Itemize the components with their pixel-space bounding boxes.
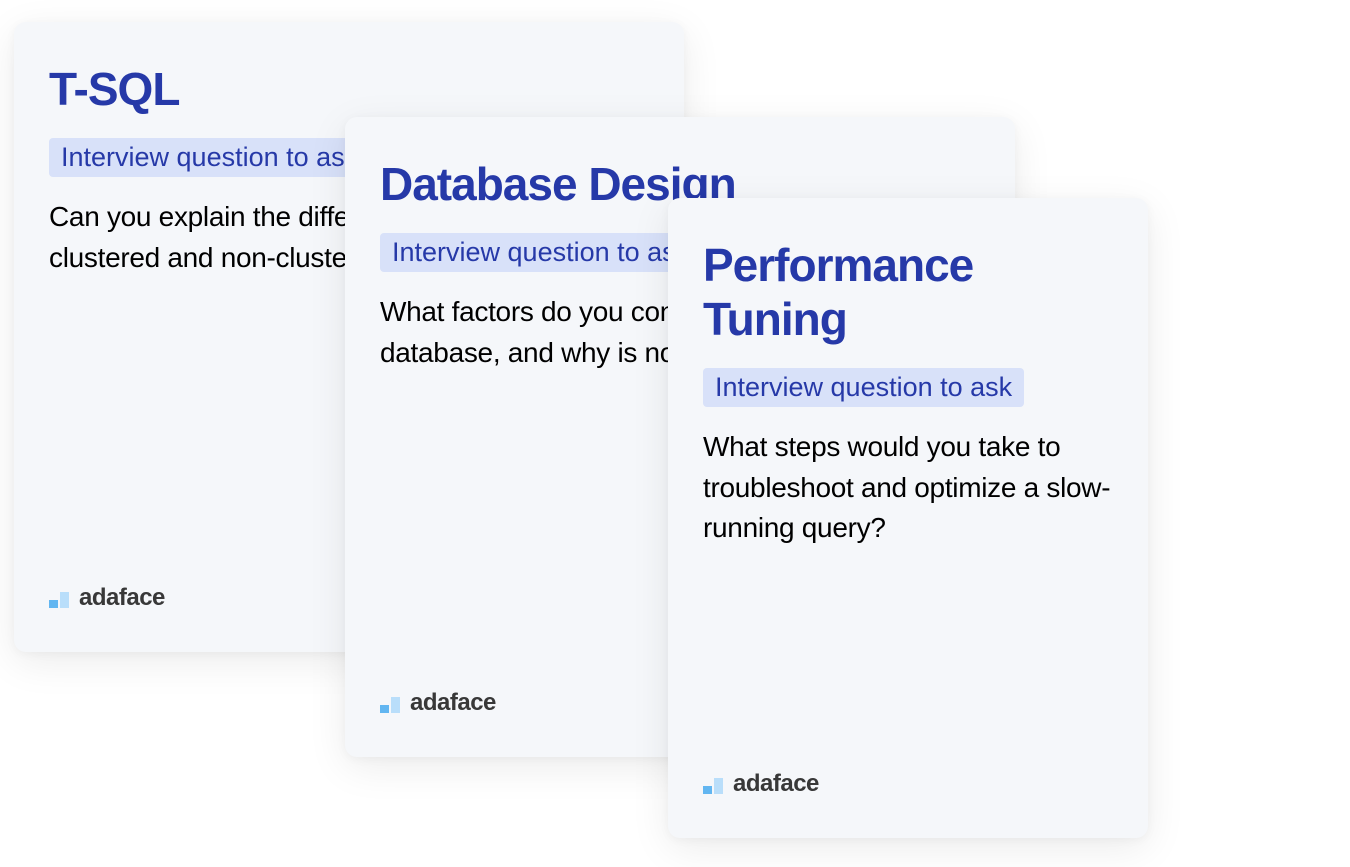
interview-card-performance-tuning: Performance Tuning Interview question to… — [668, 198, 1148, 838]
card-badge: Interview question to ask — [703, 368, 1024, 407]
brand-icon — [380, 693, 402, 713]
brand-logo: adaface — [49, 584, 165, 612]
card-badge: Interview question to ask — [380, 233, 701, 272]
card-title: T-SQL — [49, 62, 649, 116]
brand-logo: adaface — [703, 770, 819, 798]
brand-logo: adaface — [380, 689, 496, 717]
brand-name: adaface — [733, 770, 819, 798]
brand-name: adaface — [410, 689, 496, 717]
brand-icon — [703, 774, 725, 794]
brand-icon — [49, 588, 71, 608]
card-title: Performance Tuning — [703, 238, 1113, 346]
card-question: What steps would you take to troubleshoo… — [703, 427, 1113, 549]
card-badge: Interview question to ask — [49, 138, 370, 177]
brand-name: adaface — [79, 584, 165, 612]
